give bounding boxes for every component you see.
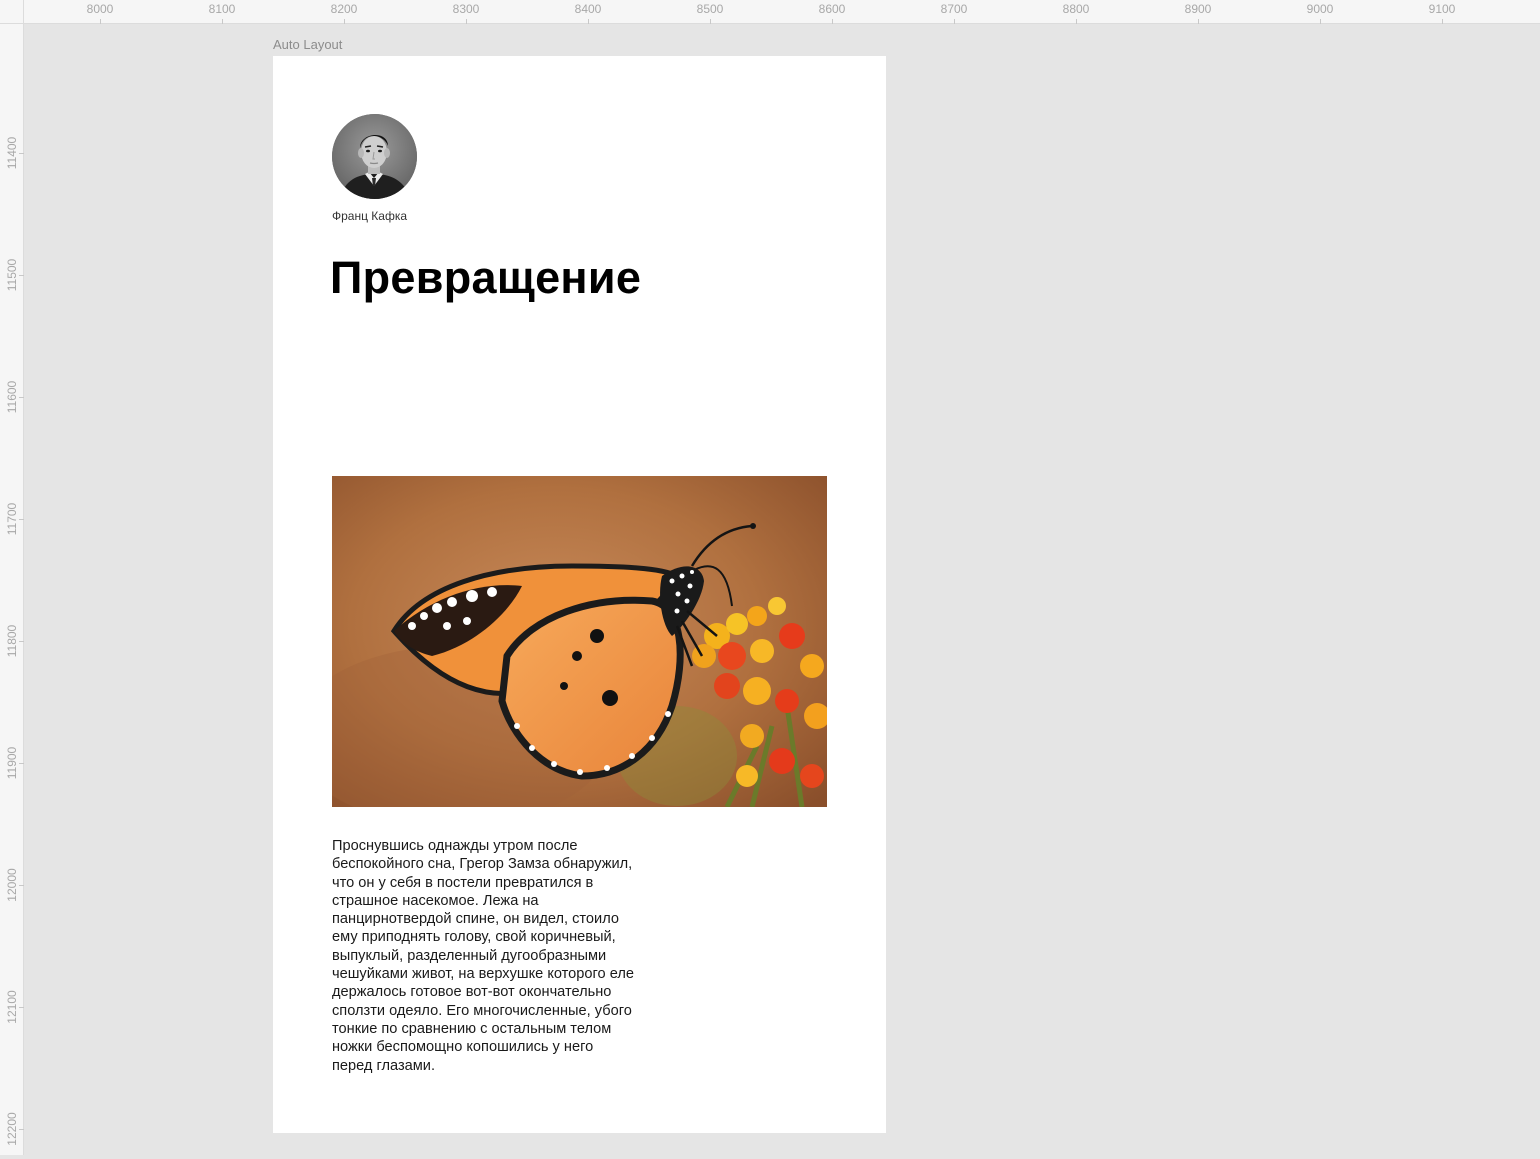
ruler-y-tick: 11900 [0, 733, 24, 793]
body-text-line: страшное насекомое. Лежа на [332, 892, 539, 909]
body-text-line: тонкие по сравнению с остальным телом [332, 1020, 612, 1037]
body-text-line: выпуклый, разделенный дугообразными [332, 947, 607, 964]
body-text-line: держалось готовое вот-вот окончательно [332, 984, 612, 1001]
ruler-y-label: 12000 [5, 868, 19, 902]
ruler-y-label: 11400 [5, 136, 19, 170]
ruler-x-label: 8100 [208, 2, 236, 16]
hero-image[interactable] [332, 476, 827, 807]
ruler-y-label: 12100 [5, 990, 19, 1024]
body-text-line: ножки беспомощно копошились у него [332, 1039, 594, 1056]
author-name[interactable]: Франц Кафка [332, 209, 407, 223]
ruler-y-tick: 12000 [0, 855, 24, 915]
body-text[interactable]: Проснувшись однажды утром после беспокойн… [332, 837, 692, 1075]
ruler-x-tick: 9100 [1412, 0, 1472, 24]
portrait-photo-icon [332, 114, 417, 199]
ruler-y-tick: 11800 [0, 611, 24, 671]
ruler-x-label: 8800 [1062, 2, 1090, 16]
ruler-y-tick: 12100 [0, 977, 24, 1037]
ruler-y-tick: 11500 [0, 245, 24, 305]
horizontal-ruler[interactable]: 8000 8100 8200 8300 8400 8500 8600 8700 8800 8900… [0, 0, 1540, 24]
ruler-x-tick: 9000 [1290, 0, 1350, 24]
body-text-line: чешуйками живот, на верхушке которого ел… [332, 966, 634, 983]
ruler-x-label: 8700 [940, 2, 968, 16]
ruler-x-label: 8000 [86, 2, 114, 16]
ruler-x-tick: 8000 [70, 0, 130, 24]
ruler-x-label: 8900 [1184, 2, 1212, 16]
ruler-x-label: 8400 [574, 2, 602, 16]
body-text-line: беспокойного сна, Грегор Замза обнаружил… [332, 856, 633, 873]
body-text-line: что он у себя в постели превратился в [332, 874, 594, 891]
ruler-y-label: 11900 [5, 746, 19, 780]
body-text-line: перед глазами. [332, 1057, 436, 1074]
ruler-y-label: 11800 [5, 624, 19, 658]
page-title[interactable]: Превращение [330, 252, 641, 304]
ruler-x-tick: 8700 [924, 0, 984, 24]
ruler-y-tick: 11600 [0, 367, 24, 427]
ruler-x-label: 8300 [452, 2, 480, 16]
body-text-line: Проснувшись однажды утром после [332, 838, 578, 854]
ruler-x-tick: 8300 [436, 0, 496, 24]
ruler-x-tick: 8100 [192, 0, 252, 24]
ruler-y-label: 11700 [5, 502, 19, 536]
ruler-corner [0, 0, 24, 24]
butterfly-photo-icon [332, 476, 827, 807]
ruler-x-tick: 8800 [1046, 0, 1106, 24]
body-text-line: сползти одеяло. Его многочисленные, убог… [332, 1002, 632, 1019]
author-avatar[interactable] [332, 114, 417, 199]
ruler-x-tick: 8600 [802, 0, 862, 24]
ruler-x-label: 8500 [696, 2, 724, 16]
ruler-x-label: 8200 [330, 2, 358, 16]
ruler-y-tick: 11700 [0, 489, 24, 549]
frame-label[interactable]: Auto Layout [273, 37, 342, 52]
vertical-ruler[interactable]: 11400 11500 11600 11700 11800 11900 12000 12100… [0, 24, 24, 1155]
ruler-y-label: 12200 [5, 1112, 19, 1146]
ruler-x-tick: 8400 [558, 0, 618, 24]
ruler-y-label: 11600 [5, 380, 19, 414]
ruler-x-label: 9000 [1306, 2, 1334, 16]
ruler-x-label: 8600 [818, 2, 846, 16]
ruler-y-tick: 11400 [0, 123, 24, 183]
body-text-line: ему приподнять голову, свой коричневый, [332, 929, 616, 946]
ruler-x-tick: 8200 [314, 0, 374, 24]
body-text-line: панцирнотвердой спине, он видел, стоило [332, 911, 619, 928]
ruler-x-tick: 8900 [1168, 0, 1228, 24]
ruler-x-label: 9100 [1428, 2, 1456, 16]
ruler-y-label: 11500 [5, 258, 19, 292]
ruler-x-tick: 8500 [680, 0, 740, 24]
ruler-y-tick: 12200 [0, 1099, 24, 1159]
auto-layout-frame[interactable]: Франц Кафка Превращение Проснувшись одна… [273, 56, 886, 1133]
